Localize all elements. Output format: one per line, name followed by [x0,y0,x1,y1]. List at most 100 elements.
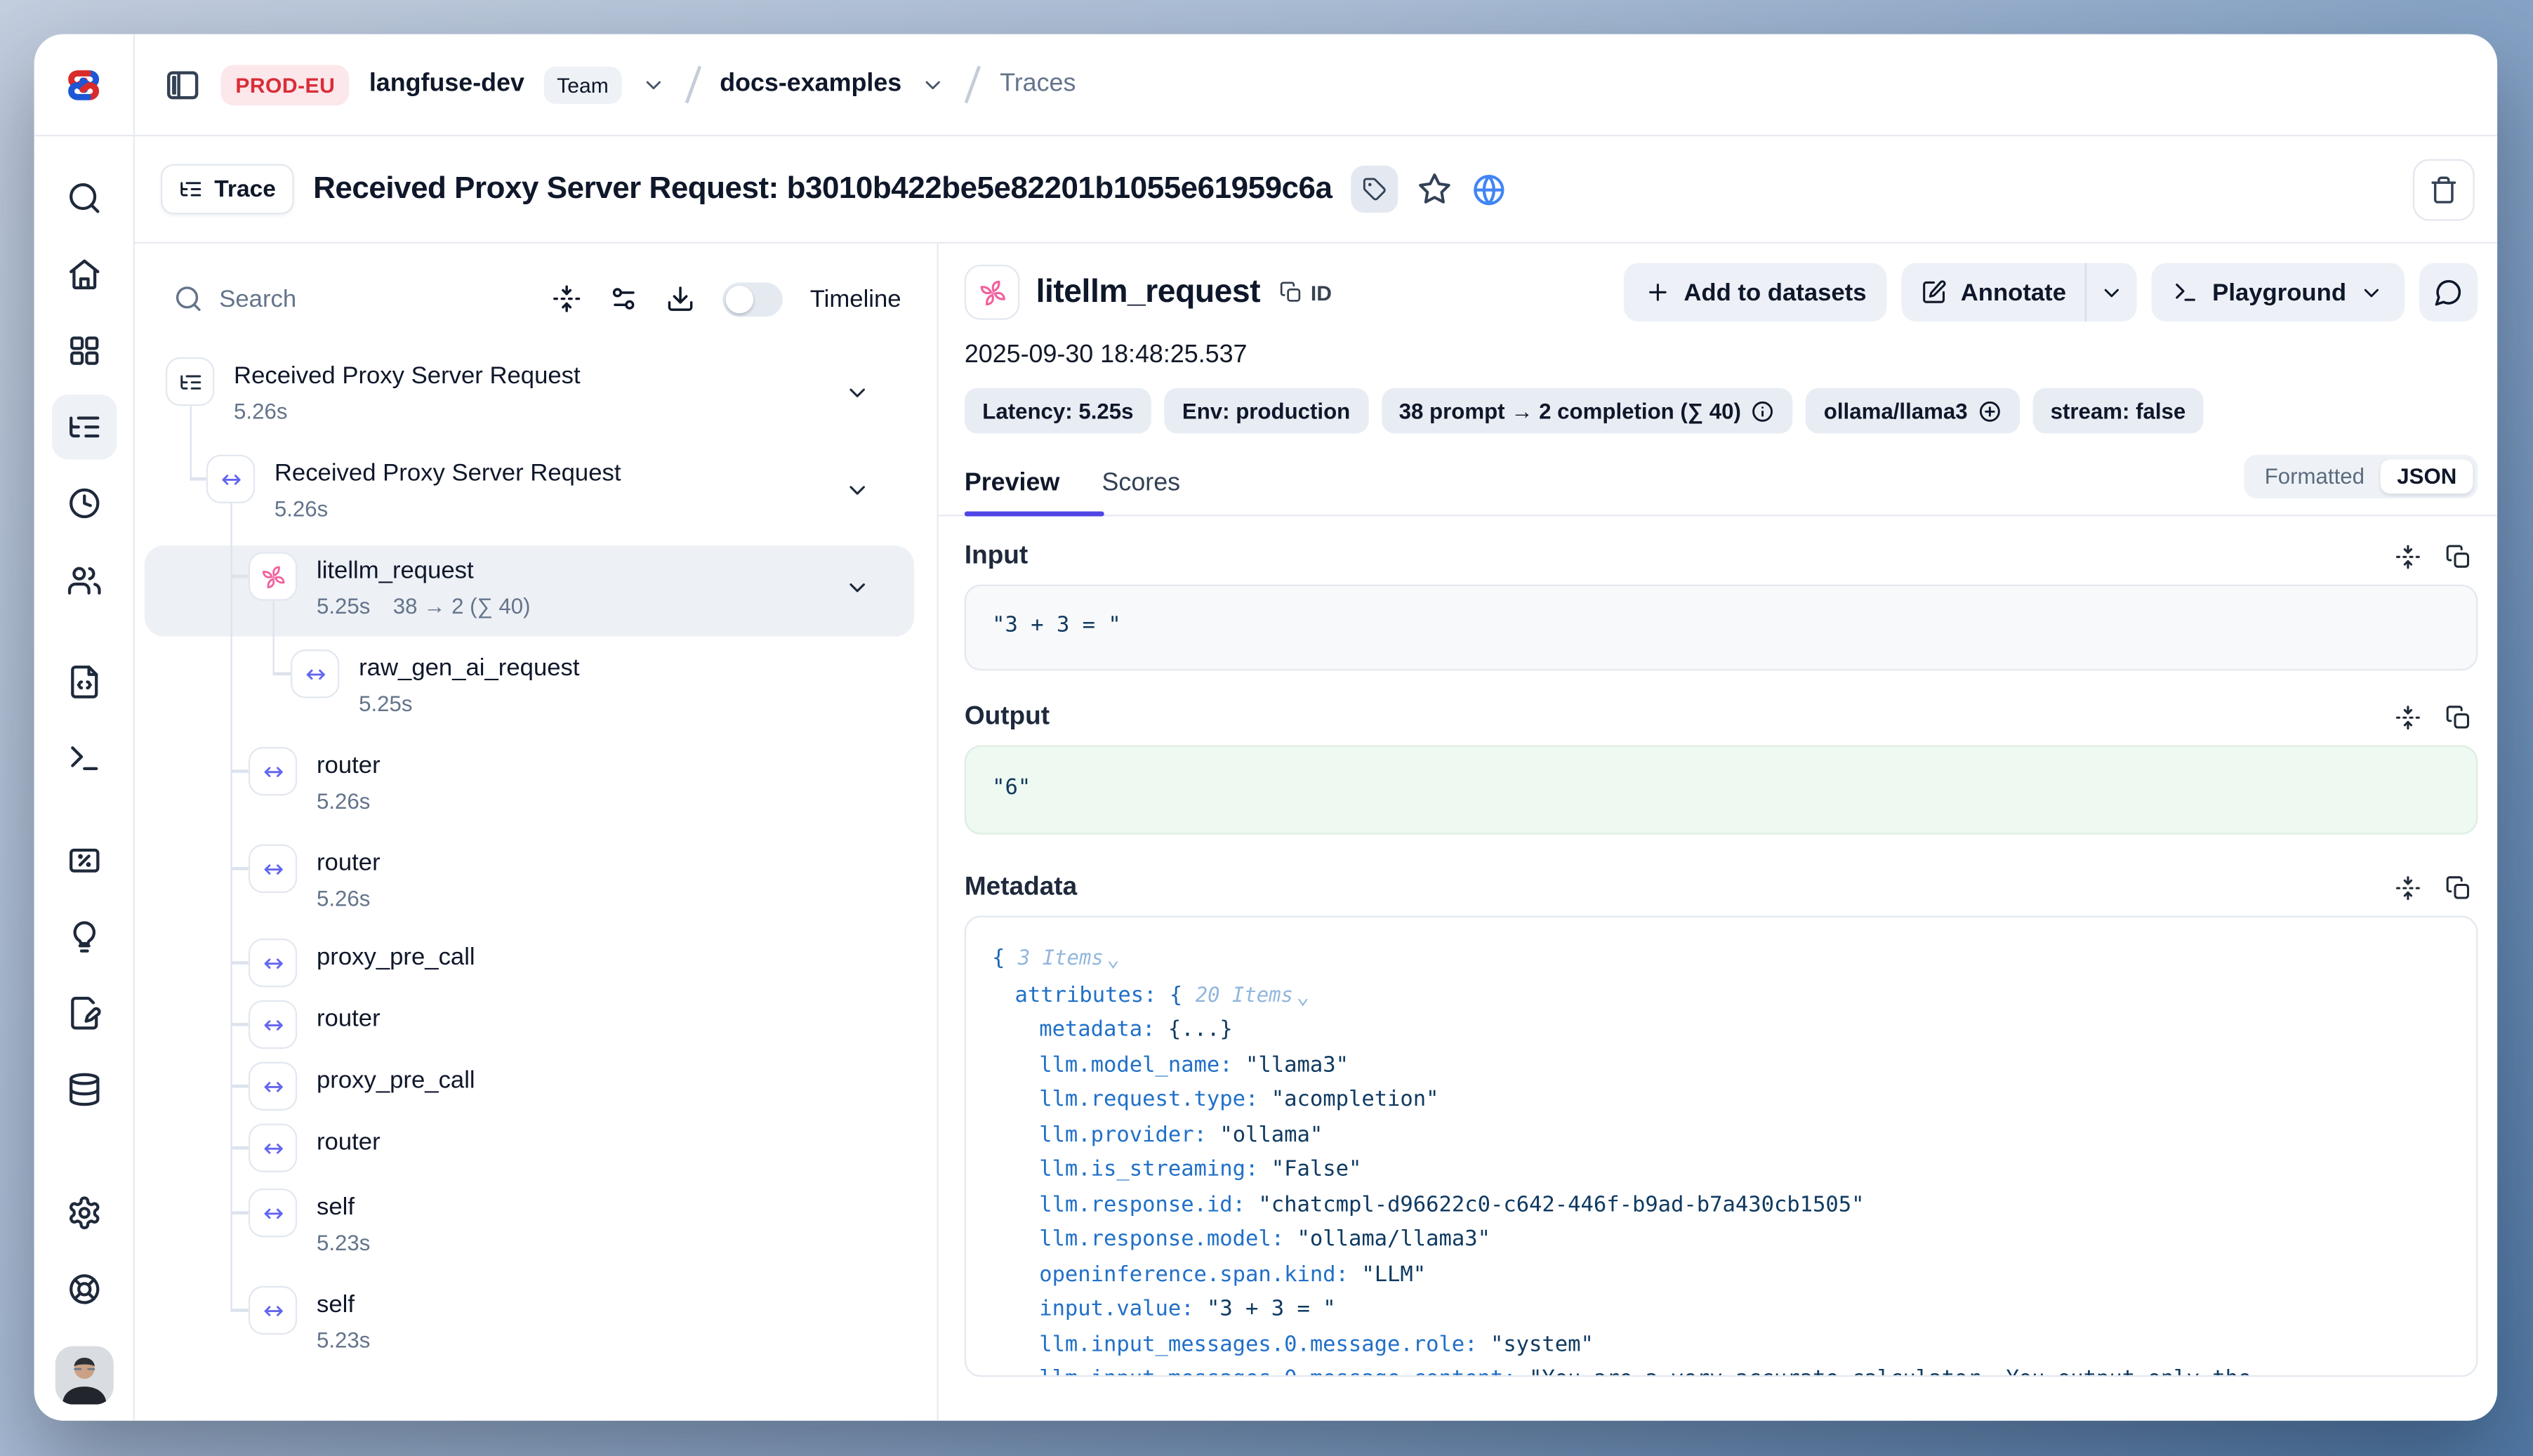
sidebar-item-home[interactable] [51,242,117,307]
annotate-button[interactable]: Annotate [1902,263,2085,322]
annotate-dropdown-button[interactable] [2086,263,2138,322]
tab-scores[interactable]: Scores [1102,469,1181,498]
tree-row[interactable]: self 5.23s [135,1179,937,1276]
json-line[interactable]: { 3 Items⌄ [992,940,2450,977]
download-icon[interactable] [666,284,695,314]
comments-button[interactable] [2419,263,2478,322]
bookmark-star-button[interactable] [1418,172,1453,206]
chevron-down-icon [2360,280,2384,305]
top-navigation-bar: PROD-EU langfuse-dev Team docs-examples … [34,34,2498,137]
copy-id-button[interactable]: ID [1280,280,1332,305]
tree-row-selected[interactable]: litellm_request5.25s38 → 2 (∑ 40) [135,542,937,640]
users-icon [66,562,102,597]
playground-label: Playground [2212,279,2346,306]
arrow-left-right-icon [218,467,243,491]
tree-row[interactable]: Received Proxy Server Request5.26s [135,445,937,543]
collapse-chevron-icon[interactable] [845,477,871,503]
sidebar-item-sessions[interactable] [51,471,117,536]
id-label: ID [1311,280,1332,305]
timeline-toggle[interactable] [722,282,783,316]
fold-vertical-icon[interactable] [2395,705,2421,731]
annotate-label: Annotate [1961,279,2066,306]
fold-vertical-icon[interactable] [2395,875,2421,901]
tree-row[interactable]: router [135,993,937,1055]
sidebar-item-dashboards[interactable] [51,318,117,383]
sidebar-item-traces[interactable] [51,395,117,460]
view-formatted-option[interactable]: Formatted [2249,460,2381,494]
terminal-icon [2174,279,2200,305]
json-line: llm.input_messages.0.message.content: "Y… [992,1362,2450,1377]
org-chevron-down-icon[interactable] [641,72,666,97]
trace-type-badge[interactable]: Trace [161,164,293,215]
span-node-icon [249,1189,297,1237]
node-duration: 5.25s [359,687,412,721]
tree-row[interactable]: proxy_pre_call [135,932,937,994]
tree-row[interactable]: router [135,1117,937,1179]
app-logo[interactable] [34,34,135,135]
collapse-chevron-icon[interactable] [845,380,871,406]
observation-timestamp: 2025-09-30 18:48:25.537 [965,341,2478,371]
sidebar-item-datasets[interactable] [51,1057,117,1123]
tree-row[interactable]: Received Proxy Server Request5.26s [135,348,937,445]
arrow-left-right-icon [260,1200,285,1225]
json-line[interactable]: attributes: { 20 Items⌄ [992,977,2450,1013]
generation-icon [965,265,1020,320]
fold-vertical-icon[interactable] [2395,544,2421,570]
tab-preview[interactable]: Preview [965,469,1060,498]
tag-button[interactable] [1351,166,1398,213]
sidebar-item-settings[interactable] [51,1180,117,1245]
add-to-datasets-button[interactable]: Add to datasets [1624,263,1888,322]
token-usage-badge[interactable]: 38 prompt → 2 completion (∑ 40) [1381,388,1793,434]
app-window: PROD-EU langfuse-dev Team docs-examples … [34,34,2498,1421]
json-line[interactable]: metadata: {...} [992,1013,2450,1048]
json-line: openinference.span.kind: "LLM" [992,1257,2450,1292]
env-badge: Env: production [1164,388,1368,434]
user-avatar[interactable] [54,1346,112,1404]
delete-trace-button[interactable] [2413,158,2475,220]
breadcrumb-section[interactable]: Traces [1000,70,1076,99]
sidebar-item-prompts[interactable] [51,649,117,715]
span-node-icon [249,1000,297,1049]
sidebar-item-playground[interactable] [51,726,117,791]
arrow-left-right-icon [260,856,285,881]
message-circle-icon [2434,277,2463,307]
tree-row[interactable]: self5.23s [135,1276,937,1374]
node-duration: 5.26s [317,882,370,916]
project-name[interactable]: docs-examples [720,70,901,99]
sidebar-toggle-icon[interactable] [164,66,201,103]
sidebar-item-insights[interactable] [51,904,117,969]
sidebar-item-evaluation[interactable] [51,828,117,894]
project-chevron-down-icon[interactable] [921,72,946,97]
copy-icon[interactable] [2445,544,2471,570]
copy-icon[interactable] [2445,875,2471,901]
model-badge[interactable]: ollama/llama3 [1806,388,2019,434]
tree-row[interactable]: router5.26s [135,835,937,932]
span-node-icon [249,939,297,987]
node-name: self [317,1193,355,1221]
node-duration: 5.23s [317,1226,370,1260]
breadcrumb-divider [684,66,700,103]
preview-content: Input "3 + 3 = " Output [965,516,2478,1420]
public-share-button[interactable] [1471,171,1507,207]
add-to-datasets-label: Add to datasets [1684,279,1866,306]
node-duration: 5.25s [317,590,370,624]
sidebar-item-support[interactable] [51,1257,117,1322]
tree-row[interactable]: raw_gen_ai_request5.25s [135,640,937,737]
span-node-icon [249,747,297,795]
org-type-badge: Team [544,66,622,103]
sidebar-item-annotations[interactable] [51,981,117,1046]
playground-button[interactable]: Playground [2152,263,2405,322]
copy-icon[interactable] [2445,705,2471,731]
fold-vertical-icon[interactable] [552,284,581,314]
tree-row[interactable]: proxy_pre_call [135,1055,937,1117]
arrow-left-right-icon [260,1074,285,1099]
view-json-option[interactable]: JSON [2381,460,2473,494]
tree-search-input[interactable] [219,285,536,312]
trace-tree-panel: Timeline [135,244,939,1421]
sidebar-item-users[interactable] [51,547,117,612]
org-name[interactable]: langfuse-dev [369,70,524,99]
tree-row[interactable]: router5.26s [135,737,937,835]
view-settings-icon[interactable] [609,284,638,314]
sidebar-item-search[interactable] [51,166,117,231]
collapse-chevron-icon[interactable] [845,575,871,601]
